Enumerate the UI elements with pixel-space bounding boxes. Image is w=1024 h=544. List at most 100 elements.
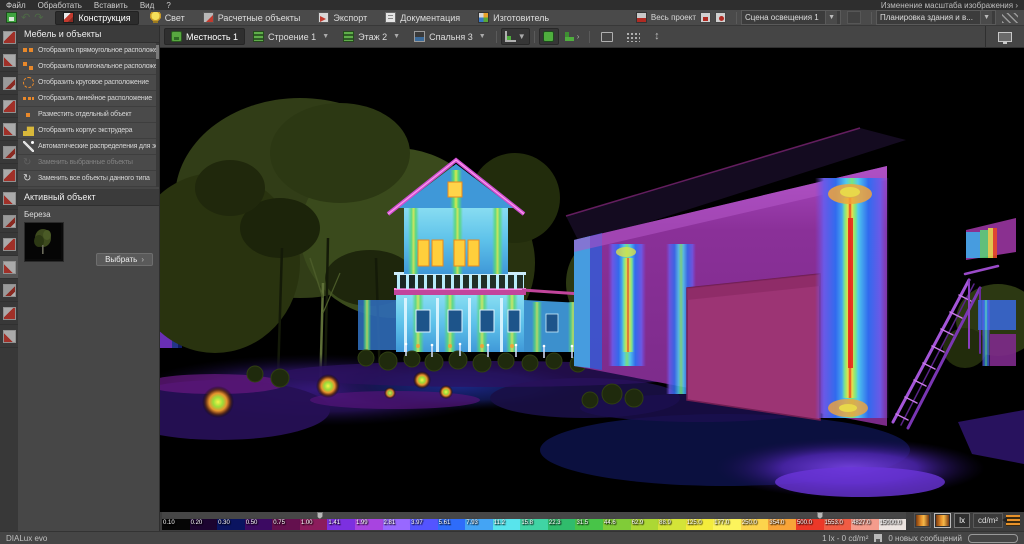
unit-toggle-button[interactable]: cd/m²	[973, 513, 1003, 528]
zoom-fit-button[interactable]	[594, 28, 620, 45]
false-color-segment[interactable]: 3.97	[410, 519, 438, 530]
redo-icon[interactable]: ↷	[34, 13, 43, 23]
unit-toggle-button[interactable]: lx	[954, 513, 970, 528]
false-color-segment[interactable]: 88.9	[658, 519, 686, 530]
mode-tab[interactable]: Изготовитель	[471, 11, 556, 25]
panel-scrollbar[interactable]	[156, 43, 159, 187]
menu-item[interactable]: Вставить	[88, 1, 134, 10]
chevron-down-icon[interactable]: ▼	[393, 33, 400, 40]
tool-button[interactable]	[0, 164, 18, 187]
tool-button[interactable]	[0, 210, 18, 233]
mode-tab[interactable]: Расчетные объекты	[196, 11, 308, 25]
whole-project-label[interactable]: Весь проект	[651, 13, 696, 22]
hierarchy-level-button[interactable]: Строение 1 ▼	[247, 28, 335, 45]
arrangement-action[interactable]: Автоматические распределения для зон	[18, 139, 159, 155]
viewport-3d[interactable]	[160, 48, 1024, 512]
tool-button[interactable]	[0, 49, 18, 72]
tool-button[interactable]	[0, 26, 18, 49]
project-delete-icon[interactable]	[715, 12, 726, 23]
chevron-down-icon[interactable]: ▼	[479, 33, 486, 40]
false-color-segment[interactable]: 31.5	[575, 519, 603, 530]
tool-button[interactable]	[0, 141, 18, 164]
false-color-segment[interactable]: 0.75	[272, 519, 300, 530]
tool-button[interactable]	[0, 233, 18, 256]
chevron-down-icon[interactable]: ▼	[980, 11, 992, 24]
display-quality-icon[interactable]	[1002, 13, 1018, 23]
tool-button[interactable]	[0, 72, 18, 95]
menu-item[interactable]: ?	[160, 1, 176, 10]
false-color-segment[interactable]: 1.00	[300, 519, 328, 530]
false-color-segment[interactable]: 0.10	[162, 519, 190, 530]
scene-settings-button[interactable]	[847, 11, 861, 24]
arrangement-action[interactable]: Отобразить полигональное расположение	[18, 59, 159, 75]
false-color-segment[interactable]: 354.0	[768, 519, 796, 530]
false-color-segment[interactable]: 2.81	[383, 519, 411, 530]
false-color-segment[interactable]: 5.61	[438, 519, 466, 530]
height-reference-button[interactable]	[646, 28, 672, 45]
tool-button[interactable]	[0, 325, 18, 348]
false-color-segment[interactable]: 44.6	[603, 519, 631, 530]
chevron-down-icon[interactable]: ▼	[518, 32, 526, 41]
false-color-segment[interactable]: 15.8	[520, 519, 548, 530]
select-object-button[interactable]: Выбрать	[96, 253, 153, 266]
false-color-segment[interactable]: 1.41	[327, 519, 355, 530]
undo-icon[interactable]: ↶	[21, 13, 30, 23]
tool-button[interactable]	[0, 279, 18, 302]
false-color-segment[interactable]: 0.30	[217, 519, 245, 530]
floor-view-button[interactable]: ›	[559, 28, 585, 45]
chevron-down-icon[interactable]: ▼	[825, 11, 837, 24]
false-color-segment[interactable]: 62.9	[631, 519, 659, 530]
false-color-display-button[interactable]	[914, 513, 931, 528]
arrangement-action[interactable]: Отобразить линейное расположение	[18, 91, 159, 107]
false-color-segment[interactable]: 0.50	[245, 519, 273, 530]
mode-tab[interactable]: Экспорт	[311, 11, 374, 25]
hierarchy-level-button[interactable]: Этаж 2 ▼	[337, 28, 406, 45]
zoom-change-hint[interactable]: Изменение масштаба изображения ›	[881, 1, 1024, 10]
max-range-handle[interactable]	[817, 512, 823, 519]
tool-button[interactable]	[0, 302, 18, 325]
menu-item[interactable]: Обработать	[32, 1, 88, 10]
false-color-segment[interactable]: 4827.0	[851, 519, 879, 530]
mode-tab[interactable]: Конструкция	[55, 11, 138, 25]
menu-item[interactable]: Файл	[0, 1, 32, 10]
arrangement-action[interactable]: Заменить все объекты данного типа	[18, 171, 159, 187]
chevron-down-icon[interactable]: ▼	[322, 33, 329, 40]
tool-button[interactable]	[0, 256, 18, 279]
view-mode-dropdown[interactable]: Планировка здания и в... ▼	[876, 10, 996, 25]
false-color-segment[interactable]: 7.93	[465, 519, 493, 530]
hierarchy-level-button[interactable]: Спальня 3 ▼	[408, 28, 492, 45]
false-color-segment[interactable]: 500.0	[796, 519, 824, 530]
arrangement-action[interactable]: Отобразить прямоугольное расположение	[18, 43, 159, 59]
false-color-segment[interactable]: 1.99	[355, 519, 383, 530]
scale-settings-icon[interactable]	[1006, 515, 1020, 526]
chevron-right-icon[interactable]: ›	[577, 32, 580, 41]
arrangement-action[interactable]: Заменить выбранные объекты	[18, 155, 159, 171]
false-color-segment[interactable]: 15000.0	[879, 519, 907, 530]
arrangement-action[interactable]: Отобразить корпус экструдера	[18, 123, 159, 139]
false-color-range-slider[interactable]	[162, 512, 906, 519]
false-color-display-active-button[interactable]	[934, 513, 951, 528]
false-color-segment[interactable]: 11.2	[493, 519, 521, 530]
monitor-icon[interactable]	[998, 32, 1012, 42]
false-color-segment[interactable]: 0.20	[190, 519, 218, 530]
night-scene-false-color-render[interactable]	[160, 48, 1024, 512]
messages-count[interactable]: 0 новых сообщений	[888, 534, 962, 543]
save-icon[interactable]	[6, 12, 17, 23]
menu-item[interactable]: Вид	[134, 1, 160, 10]
hierarchy-level-button[interactable]: Местность 1 ▼	[164, 28, 245, 45]
mode-tab[interactable]: Свет	[143, 11, 192, 25]
tool-button[interactable]	[0, 187, 18, 210]
active-object-thumbnail[interactable]	[24, 222, 64, 262]
tool-button[interactable]	[0, 118, 18, 141]
false-color-segment[interactable]: 177.0	[713, 519, 741, 530]
whole-project-icon[interactable]	[636, 12, 647, 23]
false-color-segment[interactable]: 250.0	[741, 519, 769, 530]
placement-mode-button[interactable]: ▼	[501, 28, 530, 45]
light-scene-dropdown[interactable]: Сцена освещения 1 ▼	[741, 10, 841, 25]
solid-view-button[interactable]	[539, 28, 559, 45]
arrangement-action[interactable]: Отобразить круговое расположение	[18, 75, 159, 91]
project-import-icon[interactable]	[700, 12, 711, 23]
mode-tab[interactable]: Документация	[378, 11, 467, 25]
tool-button[interactable]	[0, 95, 18, 118]
min-range-handle[interactable]	[317, 512, 323, 519]
